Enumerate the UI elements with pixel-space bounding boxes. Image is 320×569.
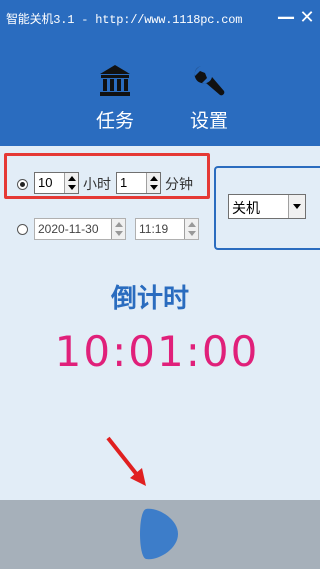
toolbar: 任务 设置 xyxy=(0,40,320,146)
chevron-down-icon[interactable] xyxy=(288,195,305,218)
bank-icon xyxy=(100,65,130,96)
hours-value: 10 xyxy=(38,175,53,190)
time-spin-arrows[interactable] xyxy=(184,219,198,239)
date-picker[interactable]: 2020-11-30 xyxy=(34,218,126,240)
window-title: 智能关机3.1 - http://www.1118pc.com xyxy=(6,13,243,27)
task-tab-button[interactable]: 任务 xyxy=(83,62,147,138)
minutes-value: 1 xyxy=(120,175,128,190)
countdown-label: 倒计时 xyxy=(110,284,189,314)
timer-mode-radio[interactable] xyxy=(17,179,28,190)
minutes-unit-label: 分钟 xyxy=(165,177,193,193)
hours-unit-label: 小时 xyxy=(83,177,111,193)
title-bar[interactable]: 智能关机3.1 - http://www.1118pc.com — ✕ xyxy=(0,0,320,40)
minutes-spin-arrows[interactable] xyxy=(146,173,160,193)
countdown-value: 10:01:00 xyxy=(54,327,260,376)
action-select[interactable]: 关机 xyxy=(228,194,306,219)
minimize-button[interactable]: — xyxy=(276,6,296,30)
wrench-icon xyxy=(194,66,225,96)
action-select-value: 关机 xyxy=(232,201,260,217)
date-value: 2020-11-30 xyxy=(38,222,99,236)
settings-label: 设置 xyxy=(189,110,228,132)
hours-spinner[interactable]: 10 xyxy=(34,172,79,194)
minutes-spinner[interactable]: 1 xyxy=(116,172,161,194)
datetime-mode-radio[interactable] xyxy=(17,224,28,235)
play-icon[interactable] xyxy=(136,505,182,563)
hours-spin-arrows[interactable] xyxy=(64,173,78,193)
time-value: 11:19 xyxy=(139,222,169,236)
close-button[interactable]: ✕ xyxy=(297,6,317,30)
time-picker[interactable]: 11:19 xyxy=(135,218,199,240)
smart-shutdown-window: 智能关机3.1 - http://www.1118pc.com — ✕ 任务 设… xyxy=(0,0,320,569)
date-spin-arrows[interactable] xyxy=(111,219,125,239)
red-arrow-annotation xyxy=(106,436,146,486)
settings-tab-button[interactable]: 设置 xyxy=(177,62,241,138)
task-label: 任务 xyxy=(95,110,134,132)
